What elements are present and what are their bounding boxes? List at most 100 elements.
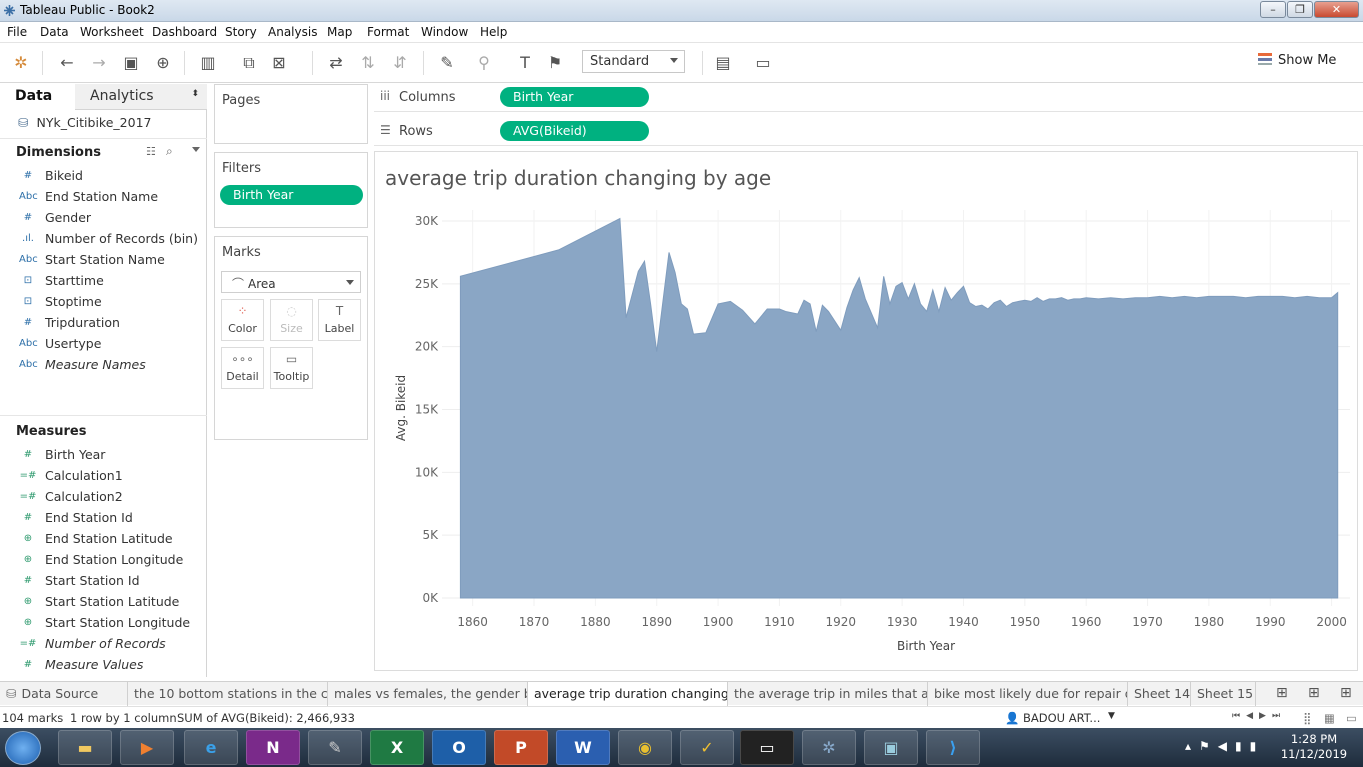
- menu-analysis[interactable]: Analysis: [268, 25, 317, 39]
- search-icon[interactable]: ⌕: [166, 144, 173, 159]
- filter-pill-birth-year[interactable]: Birth Year: [220, 185, 363, 205]
- field-usertype[interactable]: Abc Usertype: [0, 335, 206, 355]
- field-gender[interactable]: # Gender: [0, 209, 206, 229]
- show-me-button[interactable]: Show Me: [1258, 53, 1336, 68]
- tab-sheet-gender[interactable]: males vs females, the gender br...: [328, 682, 528, 706]
- menu-file[interactable]: File: [7, 25, 27, 39]
- datasource-item[interactable]: ⛁ NYk_Citibike_2017: [18, 115, 151, 130]
- taskbar-clock[interactable]: 1:28 PM 11/12/2019: [1278, 732, 1350, 762]
- show-cards-icon[interactable]: ▤: [712, 52, 734, 74]
- new-story-tab-icon[interactable]: ⊞: [1340, 685, 1352, 701]
- tab-sheet-bike-repair[interactable]: bike most likely due for repair or...: [928, 682, 1128, 706]
- menu-data[interactable]: Data: [40, 25, 69, 39]
- menu-window[interactable]: Window: [421, 25, 468, 39]
- detail-mark-button[interactable]: ∘∘∘ Detail: [221, 347, 264, 389]
- powerpoint-taskbar-icon[interactable]: P: [494, 730, 548, 765]
- sheet-navigation-icons[interactable]: ⏮◀▶⏭: [1232, 711, 1286, 721]
- field-end-station-latitude[interactable]: ⊕ End Station Latitude: [0, 530, 206, 550]
- mark-type-select[interactable]: ⌒ Area: [221, 271, 361, 293]
- field-end-station-name[interactable]: Abc End Station Name: [0, 188, 206, 208]
- maximize-button[interactable]: ❐: [1287, 1, 1313, 18]
- photos-taskbar-icon[interactable]: ▣: [864, 730, 918, 765]
- field-tripduration[interactable]: # Tripduration: [0, 314, 206, 334]
- sort-descending-icon[interactable]: ⇵: [389, 52, 411, 74]
- size-mark-button[interactable]: ◌ Size: [270, 299, 313, 341]
- tab-data[interactable]: Data: [0, 84, 75, 110]
- field-measure-values[interactable]: # Measure Values: [0, 656, 206, 676]
- chevron-down-icon[interactable]: [192, 147, 200, 152]
- menu-map[interactable]: Map: [327, 25, 352, 39]
- field-birth-year[interactable]: # Birth Year: [0, 446, 206, 466]
- undo-icon[interactable]: ←: [56, 52, 78, 74]
- menu-story[interactable]: Story: [225, 25, 257, 39]
- highlight-icon[interactable]: ✎: [436, 52, 458, 74]
- film-strip-icon[interactable]: ▦: [1324, 711, 1335, 725]
- field-number-of-records-bin[interactable]: .ıl. Number of Records (bin): [0, 230, 206, 250]
- status-user[interactable]: BADOU ART...: [1023, 711, 1100, 725]
- menu-format[interactable]: Format: [367, 25, 409, 39]
- tab-sheet-bottom-stations[interactable]: the 10 bottom stations in the cit...: [128, 682, 328, 706]
- pen-app-taskbar-icon[interactable]: ✎: [308, 730, 362, 765]
- system-tray-icons[interactable]: ▴⚑◀▮▮: [1185, 739, 1264, 753]
- tab-data-source[interactable]: ⛁ Data Source: [0, 682, 128, 706]
- pages-card[interactable]: Pages: [214, 84, 368, 144]
- show-labels-icon[interactable]: T: [514, 52, 536, 74]
- menu-dashboard[interactable]: Dashboard: [152, 25, 217, 39]
- tab-sheet-trip-duration[interactable]: average trip duration changing...: [528, 682, 728, 706]
- menu-worksheet[interactable]: Worksheet: [80, 25, 144, 39]
- media-player-taskbar-icon[interactable]: ▶: [120, 730, 174, 765]
- filters-card[interactable]: Filters Birth Year: [214, 152, 368, 228]
- word-taskbar-icon[interactable]: W: [556, 730, 610, 765]
- clear-sheet-icon[interactable]: ⊠: [268, 52, 290, 74]
- duplicate-sheet-icon[interactable]: ⧉: [238, 52, 260, 74]
- new-worksheet-icon[interactable]: ▥: [197, 52, 219, 74]
- internet-explorer-taskbar-icon[interactable]: e: [184, 730, 238, 765]
- sort-ascending-icon[interactable]: ⇅: [357, 52, 379, 74]
- new-worksheet-tab-icon[interactable]: ⊞: [1276, 685, 1288, 701]
- tasks-app-taskbar-icon[interactable]: ✓: [680, 730, 734, 765]
- field-starttime[interactable]: ⊡ Starttime: [0, 272, 206, 292]
- menu-help[interactable]: Help: [480, 25, 507, 39]
- columns-shelf[interactable]: iii Columns Birth Year: [374, 84, 1363, 112]
- save-icon[interactable]: ▣: [120, 52, 142, 74]
- group-icon[interactable]: ⚲: [473, 52, 495, 74]
- chevron-down-icon[interactable]: ▼: [1108, 711, 1115, 721]
- tab-analytics[interactable]: Analytics ⬍: [75, 84, 207, 110]
- onenote-taskbar-icon[interactable]: N: [246, 730, 300, 765]
- chrome-taskbar-icon[interactable]: ◉: [618, 730, 672, 765]
- excel-taskbar-icon[interactable]: X: [370, 730, 424, 765]
- start-button[interactable]: [5, 731, 41, 765]
- tab-sheet-14[interactable]: Sheet 14: [1128, 682, 1191, 706]
- new-dashboard-tab-icon[interactable]: ⊞: [1308, 685, 1320, 701]
- tableau-taskbar-icon[interactable]: ✲: [802, 730, 856, 765]
- field-start-station-longitude[interactable]: ⊕ Start Station Longitude: [0, 614, 206, 634]
- field-bikeid[interactable]: # Bikeid: [0, 167, 206, 187]
- field-stoptime[interactable]: ⊡ Stoptime: [0, 293, 206, 313]
- field-number-of-records[interactable]: =# Number of Records: [0, 635, 206, 655]
- list-view-icon[interactable]: ☷: [146, 145, 156, 158]
- new-datasource-icon[interactable]: ⊕: [152, 52, 174, 74]
- sheet-sorter-icon[interactable]: ⣿: [1303, 711, 1311, 725]
- tableau-logo-icon[interactable]: ✲: [10, 52, 32, 74]
- field-start-station-name[interactable]: Abc Start Station Name: [0, 251, 206, 271]
- tabs-view-icon[interactable]: ▭: [1346, 711, 1357, 725]
- field-start-station-latitude[interactable]: ⊕ Start Station Latitude: [0, 593, 206, 613]
- field-start-station-id[interactable]: # Start Station Id: [0, 572, 206, 592]
- columns-pill-birth-year[interactable]: Birth Year: [500, 87, 649, 107]
- close-window-button[interactable]: ✕: [1314, 1, 1359, 18]
- field-measure-names[interactable]: Abc Measure Names: [0, 356, 206, 376]
- swap-axes-icon[interactable]: ⇄: [325, 52, 347, 74]
- field-end-station-id[interactable]: # End Station Id: [0, 509, 206, 529]
- tooltip-mark-button[interactable]: ▭ Tooltip: [270, 347, 313, 389]
- pin-icon[interactable]: ⚑: [544, 52, 566, 74]
- rows-shelf[interactable]: ☰ Rows AVG(Bikeid): [374, 118, 1363, 146]
- terminal-taskbar-icon[interactable]: ▭: [740, 730, 794, 765]
- vscode-taskbar-icon[interactable]: ⟩: [926, 730, 980, 765]
- presentation-mode-icon[interactable]: ▭: [752, 52, 774, 74]
- area-chart[interactable]: 0K 5K 10K 15K 20K 25K 30K 1860 1870 1880 1890 1900 1…: [375, 152, 1357, 670]
- tab-sheet-15[interactable]: Sheet 15: [1191, 682, 1256, 706]
- rows-pill-avg-bikeid[interactable]: AVG(Bikeid): [500, 121, 649, 141]
- fit-select[interactable]: Standard: [582, 50, 685, 73]
- outlook-taskbar-icon[interactable]: O: [432, 730, 486, 765]
- field-end-station-longitude[interactable]: ⊕ End Station Longitude: [0, 551, 206, 571]
